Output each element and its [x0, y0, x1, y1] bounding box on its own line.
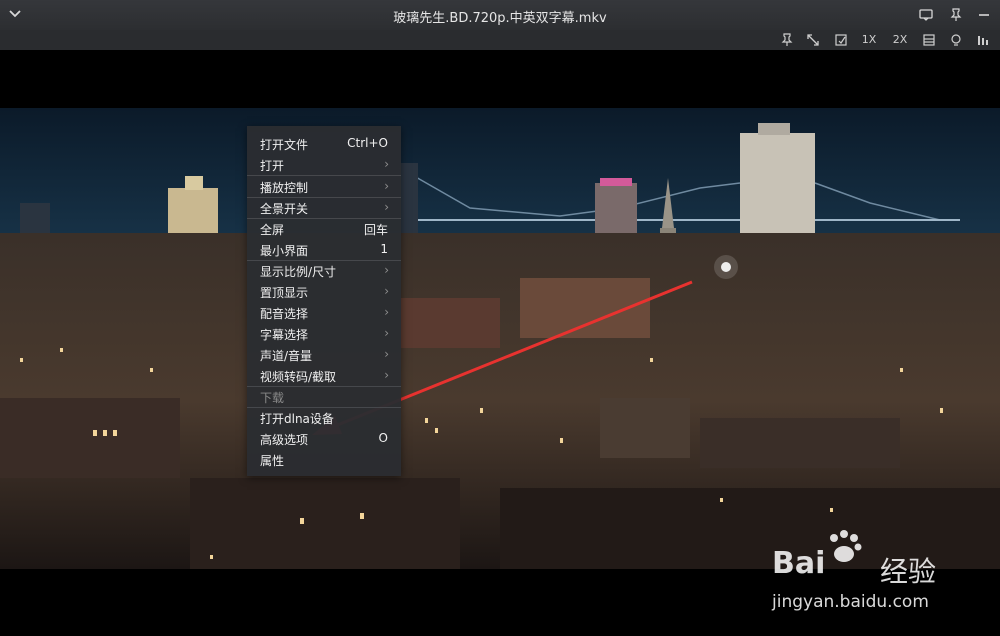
menu-item-channel-volume[interactable]: 声道/音量 › — [247, 344, 401, 365]
chevron-right-icon: › — [384, 200, 389, 214]
menu-item-label: 播放控制 — [260, 181, 309, 195]
watermark-brand: Bai — [772, 546, 826, 581]
menu-item-aspect-ratio[interactable]: 显示比例/尺寸 › — [247, 260, 401, 281]
menu-item-fullscreen[interactable]: 全屏 回车 — [247, 218, 401, 239]
menu-item-label: 置顶显示 — [260, 286, 309, 300]
menu-item-label: 属性 — [260, 454, 285, 468]
chevron-right-icon: › — [384, 347, 389, 361]
menu-item-subtitle[interactable]: 字幕选择 › — [247, 323, 401, 344]
paw-logo-icon — [830, 530, 862, 562]
menu-item-mini-mode[interactable]: 最小界面 1 — [247, 239, 401, 260]
menu-item-transcode[interactable]: 视频转码/截取 › — [247, 365, 401, 386]
menu-item-open-file[interactable]: 打开文件 Ctrl+O — [247, 133, 401, 154]
menu-item-shortcut: 回车 — [363, 223, 388, 237]
menu-item-label: 配音选择 — [260, 307, 309, 321]
menu-item-audio-track[interactable]: 配音选择 › — [247, 302, 401, 323]
menu-item-download: 下载 — [247, 386, 401, 407]
menu-item-label: 显示比例/尺寸 — [260, 265, 337, 279]
player-window: 玻璃先生.BD.720p.中英双字幕.mkv 1X 2X 打开文件 Ctrl+O… — [0, 0, 1000, 636]
menu-item-properties[interactable]: 属性 — [247, 449, 401, 470]
menu-item-label: 高级选项 — [260, 433, 309, 447]
chevron-right-icon: › — [384, 284, 389, 298]
watermark: Bai 经验 jingyan.baidu.com — [772, 530, 992, 620]
menu-item-label: 全屏 — [260, 223, 285, 237]
menu-item-open[interactable]: 打开 › — [247, 154, 401, 175]
menu-item-dlna[interactable]: 打开dlna设备 — [247, 407, 401, 428]
chevron-right-icon: › — [384, 368, 389, 382]
menu-item-label: 下载 — [260, 391, 285, 405]
chevron-right-icon: › — [384, 179, 389, 193]
menu-item-label: 字幕选择 — [260, 328, 309, 342]
menu-item-panorama-toggle[interactable]: 全景开关 › — [247, 197, 401, 218]
menu-item-label: 全景开关 — [260, 202, 309, 216]
menu-item-label: 打开dlna设备 — [260, 412, 334, 426]
menu-item-shortcut: 1 — [380, 242, 388, 256]
context-menu: 打开文件 Ctrl+O 打开 › 播放控制 › 全景开关 › 全屏 回车 最小界面 1 显示… — [247, 126, 401, 476]
chevron-right-icon: › — [384, 326, 389, 340]
watermark-brand-cn: 经验 — [880, 555, 937, 588]
menu-item-label: 打开文件 — [260, 138, 309, 152]
menu-item-shortcut: Ctrl+O — [347, 136, 388, 150]
menu-item-advanced-options[interactable]: 高级选项 O — [247, 428, 401, 449]
menu-item-shortcut: O — [378, 431, 388, 445]
menu-item-label: 声道/音量 — [260, 349, 313, 363]
menu-item-label: 视频转码/截取 — [260, 370, 337, 384]
chevron-right-icon: › — [384, 157, 389, 171]
menu-item-playback-control[interactable]: 播放控制 › — [247, 176, 401, 197]
chevron-right-icon: › — [384, 305, 389, 319]
menu-item-always-on-top[interactable]: 置顶显示 › — [247, 281, 401, 302]
watermark-url: jingyan.baidu.com — [772, 592, 929, 612]
menu-item-label: 打开 — [260, 159, 285, 173]
chevron-right-icon: › — [384, 263, 389, 277]
menu-item-label: 最小界面 — [260, 244, 309, 258]
